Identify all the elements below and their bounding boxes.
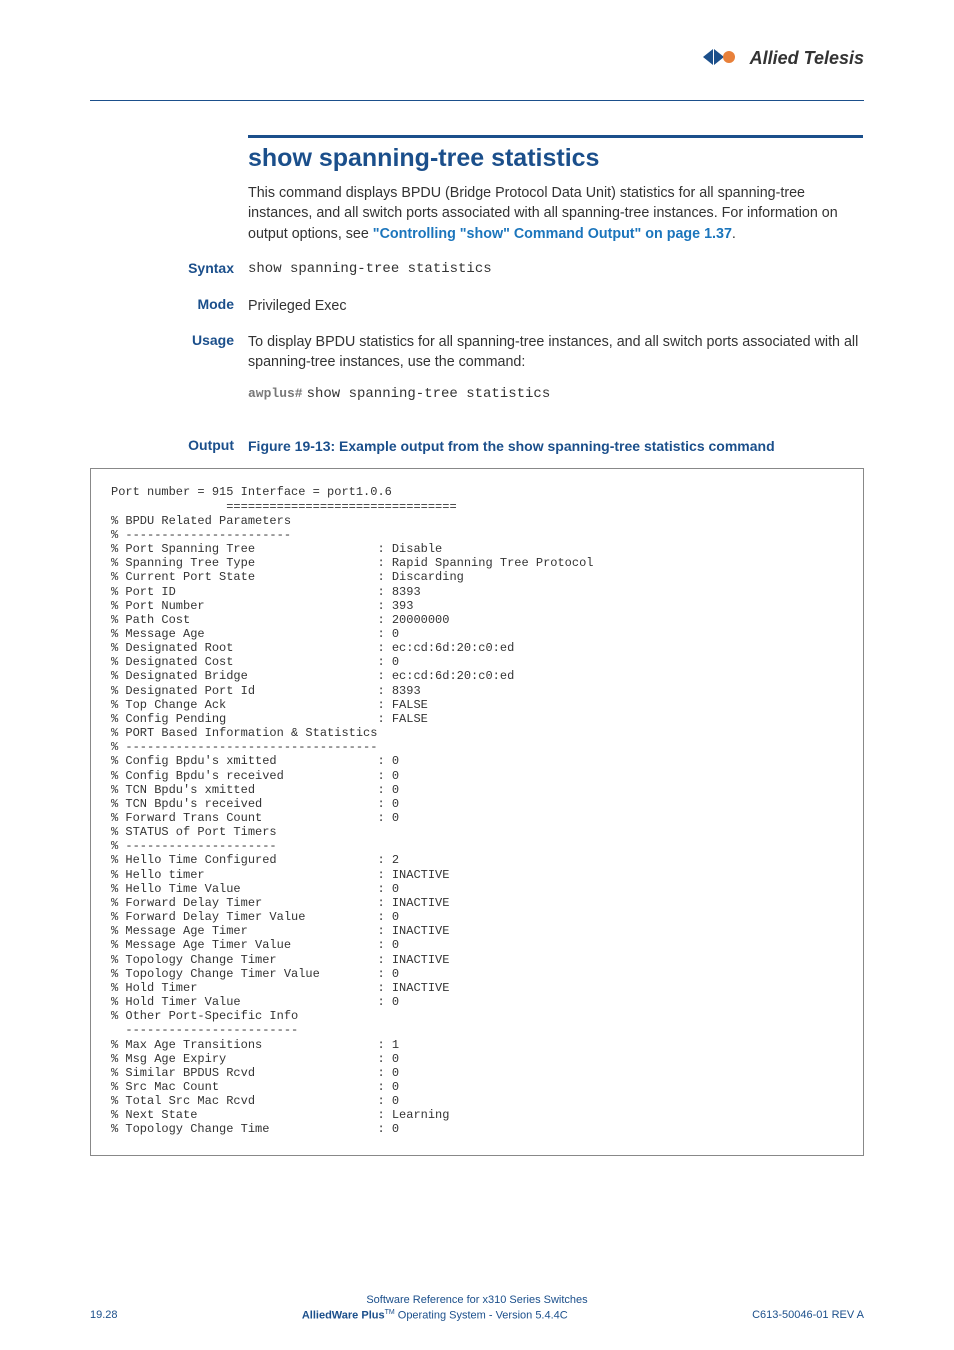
footer-center-suffix: Operating System - Version 5.4.4C (395, 1310, 568, 1322)
intro-paragraph: This command displays BPDU (Bridge Proto… (248, 183, 864, 244)
output-label: Output (0, 437, 248, 457)
spacer (0, 383, 248, 405)
page-footer: Software Reference for x310 Series Switc… (0, 1294, 954, 1322)
cli-prompt: awplus# (248, 386, 303, 401)
cli-command: show spanning-tree statistics (307, 386, 551, 402)
intro-suffix: . (732, 226, 736, 242)
syntax-value: show spanning-tree statistics (248, 260, 954, 280)
footer-rev: C613-50046-01 REV A (752, 1309, 864, 1322)
footer-page-number: 19.28 (90, 1309, 118, 1322)
footer-center-prefix: AlliedWare Plus (302, 1310, 385, 1322)
intro-link[interactable]: "Controlling "show" Command Output" on p… (373, 226, 732, 242)
usage-label: Usage (0, 332, 248, 373)
syntax-label: Syntax (0, 260, 248, 280)
terminal-output: Port number = 915 Interface = port1.0.6 … (111, 485, 843, 1136)
logo-mark-icon (703, 49, 745, 70)
figure-caption: Figure 19-13: Example output from the sh… (248, 437, 954, 457)
usage-text: To display BPDU statistics for all spann… (248, 332, 954, 373)
command-title: show spanning-tree statistics (248, 144, 954, 173)
footer-tm: TM (385, 1309, 395, 1316)
footer-line1: Software Reference for x310 Series Switc… (90, 1294, 864, 1306)
mode-label: Mode (0, 296, 248, 316)
brand-text: Allied Telesis (750, 48, 864, 68)
terminal-output-box: Port number = 915 Interface = port1.0.6 … (90, 468, 864, 1155)
mode-value: Privileged Exec (248, 296, 954, 316)
brand-logo: Allied Telesis (703, 48, 864, 70)
section-rule (248, 135, 863, 138)
footer-center: AlliedWare PlusTM Operating System - Ver… (118, 1309, 753, 1322)
